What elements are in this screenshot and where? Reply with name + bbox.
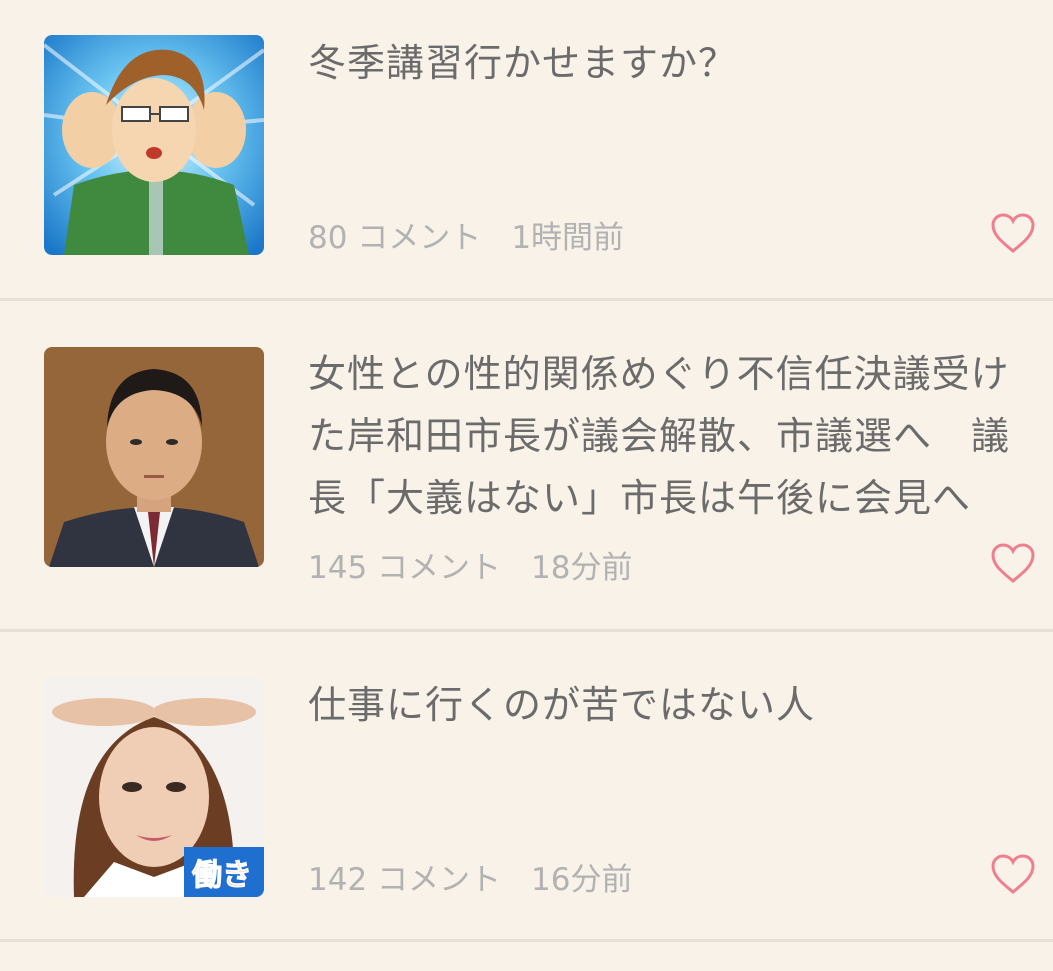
list-item[interactable]: 冬季講習行かせますか？ 80 コメント 1時間前 xyxy=(0,0,1053,300)
woman-portrait-thumbnail: 働き xyxy=(44,677,264,897)
post-time: 18分前 xyxy=(531,550,633,586)
topic-meta: 80 コメント 1時間前 xyxy=(308,212,624,257)
topic-title[interactable]: 仕事に行くのが苦ではない人 xyxy=(308,674,1020,736)
post-time: 1時間前 xyxy=(511,220,625,256)
post-time: 16分前 xyxy=(531,862,633,898)
comment-count: 145 コメント xyxy=(308,550,502,586)
list-item[interactable]: 女性との性的関係めぐり不信任決議受けた岸和田市長が議会解散、市議選へ 議長「大義… xyxy=(0,302,1053,632)
list-item[interactable]: 働き 仕事に行くのが苦ではない人 142 コメント 16分前 xyxy=(0,632,1053,962)
anime-character-thumbnail xyxy=(44,35,264,255)
heart-outline-icon[interactable] xyxy=(990,853,1036,895)
heart-outline-icon[interactable] xyxy=(990,212,1036,254)
topic-title[interactable]: 女性との性的関係めぐり不信任決議受けた岸和田市長が議会解散、市議選へ 議長「大義… xyxy=(308,343,1020,529)
thumbnail-image[interactable] xyxy=(44,35,264,255)
divider xyxy=(0,939,1053,942)
thumbnail-banner-text: 働き xyxy=(191,858,252,893)
topic-meta: 145 コメント 18分前 xyxy=(308,542,632,587)
heart-outline-icon[interactable] xyxy=(990,542,1036,584)
comment-count: 80 コメント xyxy=(308,220,482,256)
divider xyxy=(0,298,1053,301)
thumbnail-image[interactable] xyxy=(44,347,264,567)
man-in-suit-thumbnail xyxy=(44,347,264,567)
topic-title[interactable]: 冬季講習行かせますか？ xyxy=(308,32,1020,94)
topic-list: 冬季講習行かせますか？ 80 コメント 1時間前 女性との性的関係めぐり不信任決… xyxy=(0,0,1053,971)
topic-meta: 142 コメント 16分前 xyxy=(308,854,632,899)
comment-count: 142 コメント xyxy=(308,862,502,898)
thumbnail-image[interactable]: 働き xyxy=(44,677,264,897)
